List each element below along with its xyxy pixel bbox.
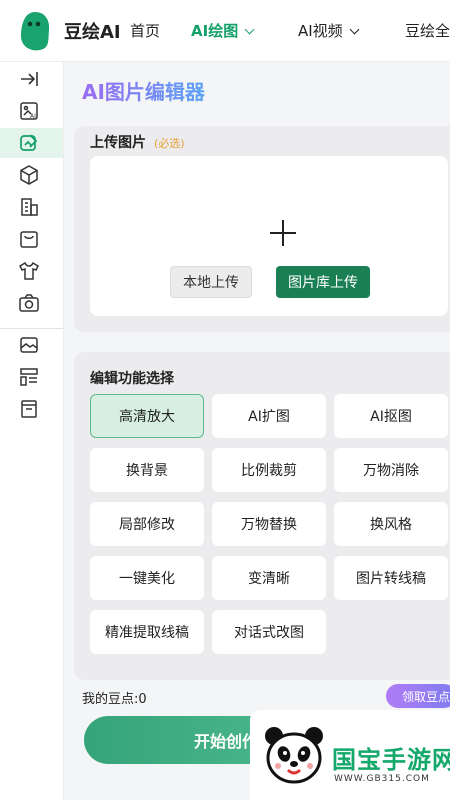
function-card: 编辑功能选择 高清放大 AI扩图 AI抠图 换背景 比例裁剪 万物消除 局部修改… bbox=[74, 352, 450, 680]
fn-chat-edit-button[interactable]: 对话式改图 bbox=[212, 610, 326, 654]
nav-douhui-all[interactable]: 豆绘全 bbox=[405, 20, 450, 41]
plus-icon[interactable] bbox=[270, 220, 296, 246]
image-edit-icon[interactable] bbox=[18, 132, 40, 154]
fn-extract-lineart-button[interactable]: 精准提取线稿 bbox=[90, 610, 204, 654]
collapse-sidebar-icon[interactable] bbox=[18, 68, 40, 90]
fn-one-click-beautify-button[interactable]: 一键美化 bbox=[90, 556, 204, 600]
brand-name[interactable]: 豆绘AI bbox=[64, 18, 121, 44]
svg-text:AI: AI bbox=[30, 113, 36, 120]
fn-image-to-lineart-button[interactable]: 图片转线稿 bbox=[334, 556, 448, 600]
required-hint: (必选) bbox=[154, 137, 185, 150]
library-upload-button[interactable]: 图片库上传 bbox=[276, 266, 370, 298]
get-points-button[interactable]: 领取豆点 bbox=[386, 684, 450, 708]
upload-dropzone[interactable]: 本地上传 图片库上传 bbox=[90, 156, 448, 316]
my-points-text: 我的豆点:0 bbox=[82, 692, 147, 707]
logo-bean-icon[interactable] bbox=[18, 10, 52, 52]
tshirt-icon[interactable] bbox=[18, 260, 40, 282]
nav-ai-drawing[interactable]: AI绘图 bbox=[191, 20, 255, 41]
camera-icon[interactable] bbox=[18, 292, 40, 314]
shopping-bag-icon[interactable] bbox=[18, 228, 40, 250]
cube-3d-icon[interactable] bbox=[18, 164, 40, 186]
building-icon[interactable] bbox=[18, 196, 40, 218]
page-title: AI图片编辑器 bbox=[82, 76, 205, 105]
function-label: 编辑功能选择 bbox=[90, 371, 174, 387]
fn-ai-cutout-button[interactable]: AI抠图 bbox=[334, 394, 448, 438]
panda-logo-icon bbox=[265, 727, 323, 784]
upload-card: 上传图片 (必选) 本地上传 图片库上传 bbox=[74, 126, 450, 332]
fn-hd-upscale-button[interactable]: 高清放大 bbox=[90, 394, 204, 438]
local-upload-button[interactable]: 本地上传 bbox=[170, 266, 252, 298]
nav-ai-video[interactable]: AI视频 bbox=[298, 20, 360, 41]
main-content: AI图片编辑器 上传图片 (必选) 本地上传 图片库上传 编辑功能选择 高清放大 … bbox=[64, 62, 450, 800]
watermark: 国宝手游网 WWW.GB315.COM bbox=[250, 710, 450, 800]
sidebar: AI bbox=[0, 62, 64, 800]
top-bar: 豆绘AI 首页 AI绘图 AI视频 豆绘全 bbox=[0, 0, 450, 62]
watermark-text: 国宝手游网 bbox=[332, 746, 450, 774]
fn-change-background-button[interactable]: 换背景 bbox=[90, 448, 204, 492]
ai-image-icon[interactable]: AI bbox=[18, 100, 40, 122]
fn-ratio-crop-button[interactable]: 比例裁剪 bbox=[212, 448, 326, 492]
sidebar-divider bbox=[0, 328, 63, 329]
document-icon[interactable] bbox=[18, 398, 40, 420]
gallery-icon[interactable] bbox=[18, 334, 40, 356]
nav-home[interactable]: 首页 bbox=[130, 20, 160, 41]
upload-label: 上传图片 (必选) bbox=[90, 132, 185, 152]
layout-list-icon[interactable] bbox=[18, 366, 40, 388]
fn-partial-edit-button[interactable]: 局部修改 bbox=[90, 502, 204, 546]
nav-ai-video-label: AI视频 bbox=[298, 22, 343, 40]
fn-object-erase-button[interactable]: 万物消除 bbox=[334, 448, 448, 492]
fn-sharpen-button[interactable]: 变清晰 bbox=[212, 556, 326, 600]
nav-ai-drawing-label: AI绘图 bbox=[191, 22, 239, 40]
fn-change-style-button[interactable]: 换风格 bbox=[334, 502, 448, 546]
fn-ai-expand-button[interactable]: AI扩图 bbox=[212, 394, 326, 438]
upload-label-text: 上传图片 bbox=[90, 135, 146, 151]
chevron-down-icon bbox=[349, 24, 360, 35]
chevron-down-icon bbox=[244, 24, 255, 35]
watermark-url: WWW.GB315.COM bbox=[334, 774, 430, 784]
fn-object-replace-button[interactable]: 万物替换 bbox=[212, 502, 326, 546]
